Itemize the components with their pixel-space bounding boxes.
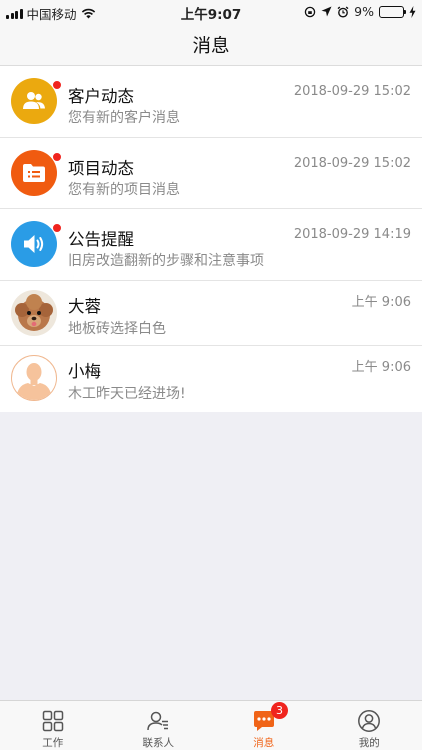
- message-item-project-updates[interactable]: 项目动态 您有新的项目消息 2018-09-29 15:02: [0, 138, 422, 209]
- customers-icon: [11, 78, 57, 124]
- grid-icon: [42, 710, 63, 732]
- speaker-icon: [11, 221, 57, 267]
- battery-icon: [379, 5, 406, 18]
- status-right: 9%: [304, 4, 416, 19]
- page-title: 消息: [192, 36, 230, 57]
- message-preview: 您有新的客户消息: [68, 110, 180, 126]
- tab-work[interactable]: 工作: [0, 701, 106, 750]
- message-time: 上午 9:06: [351, 360, 411, 375]
- tab-messages[interactable]: 3 消息: [211, 701, 317, 750]
- unread-dot: [52, 80, 62, 90]
- message-item-xiaomei[interactable]: 小梅 木工昨天已经进场! 上午 9:06: [0, 346, 422, 412]
- unread-dot: [52, 223, 62, 233]
- unread-count-badge: 3: [271, 702, 288, 719]
- message-list: 客户动态 您有新的客户消息 2018-09-29 15:02 项目动态 您有新的…: [0, 66, 422, 412]
- status-bar: 中国移动 上午9:07 9%: [0, 0, 422, 23]
- contacts-icon: [147, 711, 169, 731]
- tab-profile[interactable]: 我的: [317, 701, 422, 750]
- tab-label: 消息: [253, 737, 275, 749]
- message-title: 客户动态: [68, 87, 134, 106]
- charging-bolt-icon: [409, 5, 416, 18]
- alarm-icon: [337, 5, 349, 17]
- unread-dot: [52, 151, 62, 162]
- tab-label: 我的: [358, 737, 380, 749]
- rotation-lock-icon: [304, 6, 316, 17]
- profile-icon: [358, 710, 381, 732]
- tab-contacts[interactable]: 联系人: [106, 701, 212, 750]
- message-item-darong[interactable]: 大蓉 地板砖选择白色 上午 9:06: [0, 281, 422, 346]
- default-person-avatar: [11, 355, 57, 401]
- message-title: 公告提醒: [68, 230, 134, 249]
- message-item-customer-updates[interactable]: 客户动态 您有新的客户消息 2018-09-29 15:02: [0, 66, 422, 138]
- dog-avatar: [11, 289, 57, 336]
- message-title: 项目动态: [68, 158, 134, 178]
- message-title: 大蓉: [68, 296, 101, 316]
- message-time: 2018-09-29 15:02: [293, 84, 411, 99]
- message-preview: 旧房改造翻新的步骤和注意事项: [68, 253, 264, 269]
- battery-percentage: 9%: [354, 4, 374, 19]
- message-preview: 木工昨天已经进场!: [68, 386, 186, 402]
- message-time: 2018-09-29 15:02: [293, 155, 411, 171]
- message-time: 上午 9:06: [351, 294, 411, 310]
- tab-bar: 工作 联系人 3 消息 我的: [0, 700, 422, 750]
- navigation-bar: 消息: [0, 22, 422, 66]
- folder-list-icon: [11, 149, 57, 196]
- tab-label: 工作: [42, 737, 64, 749]
- tab-label: 联系人: [142, 737, 175, 749]
- message-preview: 地板砖选择白色: [68, 320, 166, 337]
- message-title: 小梅: [68, 362, 101, 381]
- message-preview: 您有新的项目消息: [68, 181, 180, 198]
- location-arrow-icon: [321, 6, 332, 17]
- message-item-announcement[interactable]: 公告提醒 旧房改造翻新的步骤和注意事项 2018-09-29 14:19: [0, 209, 422, 281]
- message-time: 2018-09-29 14:19: [293, 227, 411, 242]
